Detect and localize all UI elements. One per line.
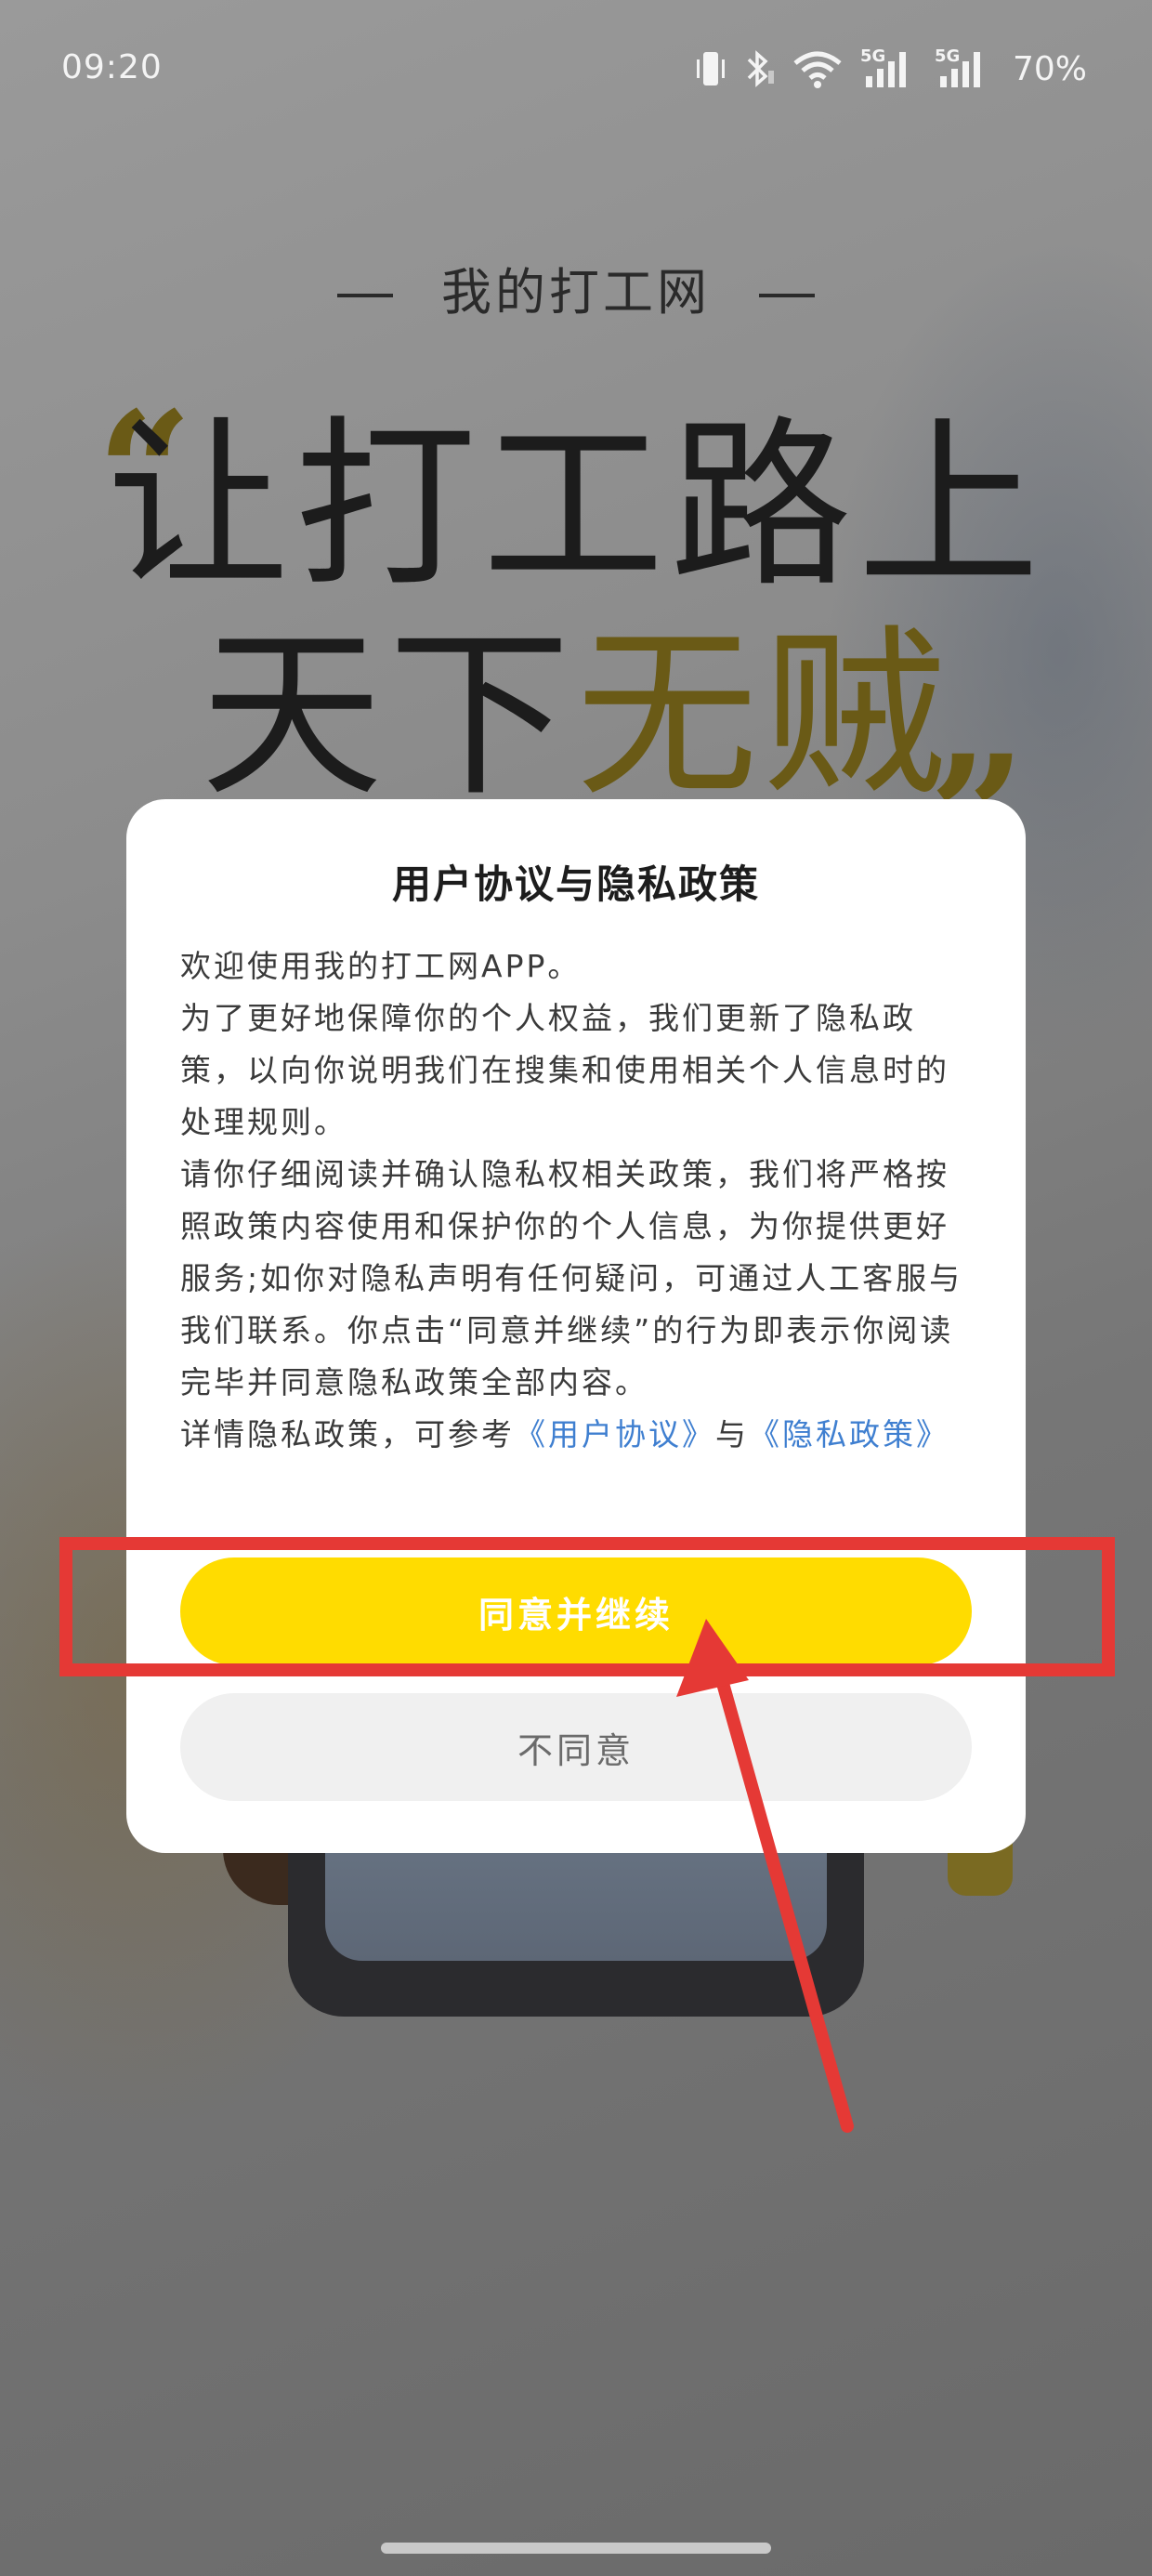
status-icons: 5G 5G 70% [695,43,1087,95]
svg-text:5G: 5G [860,46,885,66]
user-agreement-link[interactable]: 《用户协议》 [515,1416,715,1452]
5g-signal-icon: 5G [935,45,992,93]
privacy-dialog: 用户协议与隐私政策 欢迎使用我的打工网APP。 为了更好地保障你的个人权益，我们… [126,799,1026,1853]
slogan-line-2-highlight: 无贼 [576,610,952,821]
battery-percent: 70% [1012,49,1087,88]
vibrate-icon [695,46,727,91]
dialog-title: 用户协议与隐私政策 [391,861,760,907]
svg-text:5G: 5G [935,46,960,66]
dialog-paragraph: 欢迎使用我的打工网APP。 [180,948,582,984]
slogan-line-2-prefix: 天下 [200,610,576,821]
details-conjunction: 与 [715,1416,749,1452]
details-prefix: 详情隐私政策，可参考 [180,1416,515,1452]
annotation-highlight-box [59,1537,1115,1676]
brand-dash-left [337,294,393,298]
brand-name: 我的打工网 [441,263,711,322]
disagree-button[interactable]: 不同意 [180,1693,972,1801]
status-time: 09:20 [61,48,163,86]
dialog-details: 详情隐私政策，可参考《用户协议》与《隐私政策》 [180,1409,972,1461]
privacy-policy-link[interactable]: 《隐私政策》 [749,1416,949,1452]
brand-dash-right [759,294,815,298]
dialog-body: 欢迎使用我的打工网APP。 为了更好地保障你的个人权益，我们更新了隐私政策，以向… [180,940,972,1461]
brand-header: 我的打工网 [0,251,1152,324]
slogan-line-1: 让打工路上 [106,401,1045,612]
5g-signal-icon: 5G [860,45,918,93]
wifi-icon [792,46,844,91]
dialog-paragraph: 为了更好地保障你的个人权益，我们更新了隐私政策，以向你说明我们在搜集和使用相关个… [180,1000,949,1140]
bluetooth-icon [743,46,775,91]
home-indicator[interactable] [381,2543,771,2554]
status-bar: 09:20 5G 5G 70% [0,0,1152,130]
dialog-paragraph: 请你仔细阅读并确认隐私权相关政策，我们将严格按照政策内容使用和保护你的个人信息，… [180,1156,963,1400]
